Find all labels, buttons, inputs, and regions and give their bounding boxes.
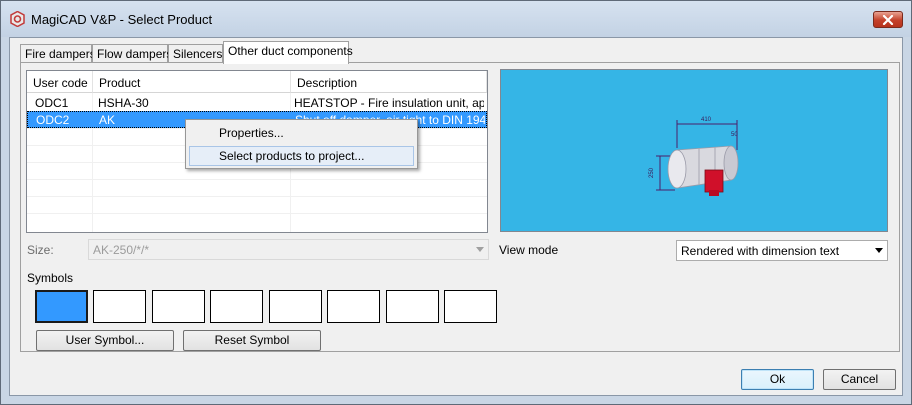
symbol-slot-8[interactable] — [444, 290, 497, 323]
cell-description: HEATSTOP - Fire insulation unit, appr... — [294, 96, 484, 110]
cell-user-code: ODC2 — [36, 113, 70, 127]
tab-flow-dampers[interactable]: Flow dampers — [92, 44, 172, 63]
chevron-down-icon — [476, 247, 484, 252]
symbol-slot-6[interactable] — [327, 290, 380, 323]
symbol-slot-4[interactable] — [210, 290, 263, 323]
damper-3d-model: 410 50 250 — [649, 117, 739, 196]
menu-item-select-products-to-project[interactable]: Select products to project... — [189, 146, 414, 166]
symbol-slot-3[interactable] — [152, 290, 205, 323]
size-label: Size: — [27, 243, 54, 257]
context-menu: Properties... Select products to project… — [185, 119, 418, 169]
reset-symbol-button[interactable]: Reset Symbol — [183, 330, 321, 351]
cell-product: HSHA-30 — [98, 96, 149, 110]
row-divider — [27, 213, 487, 214]
magicad-logo-icon — [10, 11, 25, 27]
column-header-user-code[interactable]: User code — [27, 71, 93, 93]
table-row[interactable]: ODC1 HSHA-30 HEATSTOP - Fire insulation … — [27, 94, 487, 111]
cell-user-code: ODC1 — [35, 96, 69, 110]
view-mode-value: Rendered with dimension text — [681, 244, 840, 258]
chevron-down-icon — [875, 248, 883, 253]
select-product-dialog: MagiCAD V&P - Select Product Fire damper… — [0, 0, 912, 405]
tab-label: Silencers — [173, 47, 223, 61]
row-divider — [27, 179, 487, 180]
view-mode-label: View mode — [499, 243, 559, 257]
column-header-label: Product — [99, 76, 141, 90]
ok-button[interactable]: Ok — [741, 369, 814, 390]
close-button[interactable] — [873, 11, 903, 28]
symbol-slot-1[interactable] — [35, 290, 88, 323]
dialog-body: Fire dampers Flow dampers Silencers Othe… — [9, 37, 903, 396]
tab-label: Fire dampers — [25, 47, 96, 61]
close-icon — [882, 15, 894, 25]
tab-silencers[interactable]: Silencers — [168, 44, 223, 63]
symbol-slot-5[interactable] — [269, 290, 322, 323]
tab-label: Other duct components — [228, 44, 353, 58]
dim-right-label: 50 — [731, 132, 738, 138]
column-header-label: User code — [33, 76, 88, 90]
column-header-label: Description — [297, 76, 358, 90]
user-symbol-button[interactable]: User Symbol... — [36, 330, 174, 351]
symbol-slot-2[interactable] — [93, 290, 146, 323]
dim-top-label: 410 — [701, 117, 712, 123]
size-combo[interactable]: AK-250/*/* — [88, 239, 489, 260]
menu-item-properties[interactable]: Properties... — [189, 123, 414, 143]
window-title: MagiCAD V&P - Select Product — [31, 12, 213, 27]
symbols-label: Symbols — [27, 271, 74, 285]
column-header-description[interactable]: Description — [291, 71, 487, 93]
row-divider — [27, 196, 487, 197]
product-preview[interactable]: 410 50 250 — [500, 69, 888, 232]
tab-fire-dampers[interactable]: Fire dampers — [20, 44, 96, 63]
title-bar: MagiCAD V&P - Select Product — [1, 1, 911, 37]
tab-label: Flow dampers — [97, 47, 173, 61]
view-mode-combo[interactable]: Rendered with dimension text — [676, 240, 888, 261]
column-header-product[interactable]: Product — [93, 71, 291, 93]
dim-left-label: 250 — [649, 167, 655, 178]
size-value: AK-250/*/* — [93, 243, 150, 257]
cancel-button[interactable]: Cancel — [823, 369, 896, 390]
tab-other-duct-components[interactable]: Other duct components — [223, 41, 353, 64]
symbol-slot-7[interactable] — [386, 290, 439, 323]
